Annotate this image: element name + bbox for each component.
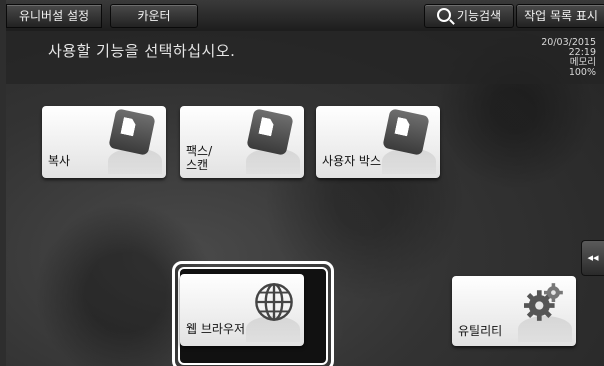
double-chevron-left-icon: ◂◂ <box>587 251 599 264</box>
web-browser-tile[interactable]: 웹 브라우저 <box>180 274 304 346</box>
fax-scan-tile[interactable]: 팩스/ 스캔 <box>180 106 304 178</box>
main-screen: 유니버설 설정 카운터 기능검색 작업 목록 표시 사용할 기능을 선택하십시오… <box>6 0 604 366</box>
utility-tile[interactable]: 유틸리티 <box>452 276 576 346</box>
status-panel: 20/03/2015 22:19 메모리 100% <box>541 38 596 78</box>
globe-icon <box>255 283 293 321</box>
web-browser-label: 웹 브라우저 <box>186 322 246 336</box>
search-button[interactable]: 기능검색 <box>424 4 514 28</box>
side-panel-toggle[interactable]: ◂◂ <box>581 240 604 276</box>
search-label: 기능검색 <box>456 9 502 23</box>
copy-label: 복사 <box>48 154 71 168</box>
user-box-icon <box>382 108 430 156</box>
user-box-label: 사용자 박스 <box>322 154 382 168</box>
copy-icon <box>108 108 156 156</box>
top-bar: 유니버설 설정 카운터 기능검색 작업 목록 표시 <box>6 0 604 31</box>
fax-scan-label-line2: 스캔 <box>186 158 209 172</box>
universal-settings-button[interactable]: 유니버설 설정 <box>6 4 102 28</box>
user-box-tile[interactable]: 사용자 박스 <box>316 106 440 178</box>
job-list-button[interactable]: 작업 목록 표시 <box>516 4 604 28</box>
fax-scan-label: 팩스/ 스캔 <box>186 144 212 172</box>
status-memory-value: 100% <box>568 67 596 78</box>
gear-icon <box>524 283 563 321</box>
utility-label: 유틸리티 <box>458 324 503 338</box>
fax-scan-icon <box>246 108 294 156</box>
counter-button[interactable]: 카운터 <box>110 4 198 28</box>
message-bar: 사용할 기능을 선택하십시오. 20/03/2015 22:19 메모리 100… <box>6 30 604 84</box>
search-icon <box>436 8 451 22</box>
fax-scan-label-line1: 팩스/ <box>186 144 213 158</box>
instruction-message: 사용할 기능을 선택하십시오. <box>48 42 236 60</box>
copy-tile[interactable]: 복사 <box>42 106 166 178</box>
